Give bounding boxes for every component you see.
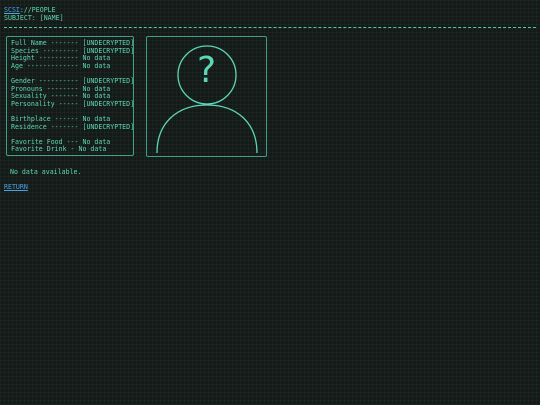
info-label: Favorite Drink -	[11, 145, 75, 154]
info-row-personality: Personality ----- [UNDECRYPTED]	[11, 99, 134, 109]
info-row-residence: Residence ------- [UNDECRYPTED]	[11, 122, 134, 132]
portrait-frame: ?	[146, 36, 267, 157]
info-value: [UNDECRYPTED]	[82, 122, 135, 131]
info-value: No data	[78, 145, 107, 154]
return-link[interactable]: RETURN	[4, 183, 28, 192]
breadcrumb-path: ://PEOPLE	[19, 6, 56, 14]
header: SCSI://PEOPLE SUBJECT: [NAME]	[4, 6, 64, 22]
info-label: Age -------------	[11, 61, 79, 70]
info-row-age: Age ------------- No data	[11, 61, 130, 71]
info-group-identity: Full Name ------- [UNDECRYPTED] Species …	[11, 39, 134, 71]
info-group-favorites: Favorite Food --- No data Favorite Drink…	[11, 138, 130, 154]
info-group-personal: Gender ---------- [UNDECRYPTED] Pronouns…	[11, 77, 134, 109]
info-label: Residence -------	[11, 122, 79, 131]
question-mark-icon: ?	[196, 50, 217, 91]
info-value: No data	[82, 61, 111, 70]
scsi-home-link[interactable]: SCSI	[4, 6, 20, 14]
header-divider	[4, 27, 536, 28]
profile-info-panel: Full Name ------- [UNDECRYPTED] Species …	[6, 36, 134, 156]
portrait-shoulders-outline	[156, 104, 258, 154]
info-group-location: Birthplace ------ No data Residence ----…	[11, 115, 134, 132]
info-label: Personality -----	[11, 99, 79, 108]
info-value: [UNDECRYPTED]	[82, 99, 135, 108]
status-message: No data available.	[10, 168, 82, 176]
info-row-favorite-drink: Favorite Drink - No data	[11, 146, 130, 154]
subject-line: SUBJECT: [NAME]	[4, 13, 64, 22]
